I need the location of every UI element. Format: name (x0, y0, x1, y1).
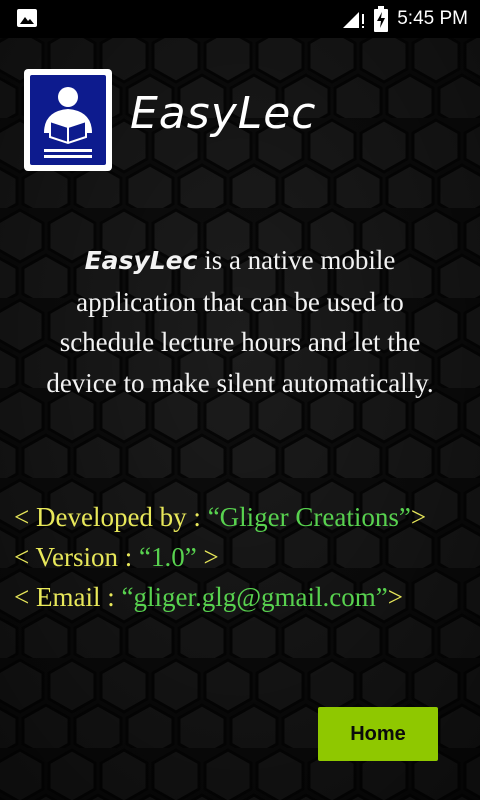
developer-end: > (410, 502, 427, 532)
version-label: < Version : (14, 542, 139, 572)
image-icon (17, 9, 37, 27)
version-line: < Version : “1.0” > (14, 537, 474, 577)
status-icons: 5:45 PM (341, 5, 468, 33)
reading-person-icon (44, 87, 92, 158)
description-brand: EasyLec (84, 246, 198, 275)
app-name: EasyLec (130, 88, 317, 139)
status-bar: 5:45 PM (0, 0, 480, 38)
status-time: 5:45 PM (397, 8, 468, 29)
app-description: EasyLec is a native mobile application t… (30, 240, 450, 403)
email-end: > (387, 582, 403, 612)
developer-label: < Developed by : (14, 502, 208, 532)
email-value: “gliger.glg@gmail.com” (121, 582, 388, 612)
signal-icon (343, 12, 365, 28)
version-end: > (196, 542, 219, 572)
home-button[interactable]: Home (318, 707, 438, 761)
developer-value: “Gliger Creations” (207, 502, 411, 532)
email-label: < Email : (14, 582, 122, 612)
email-line: < Email : “gliger.glg@gmail.com”> (14, 577, 474, 617)
battery-charging-icon (374, 6, 389, 32)
version-value: “1.0” (138, 542, 197, 572)
developer-line: < Developed by : “Gliger Creations”> (14, 497, 474, 537)
app-info: < Developed by : “Gliger Creations”> < V… (14, 497, 474, 617)
app-logo (24, 69, 112, 171)
